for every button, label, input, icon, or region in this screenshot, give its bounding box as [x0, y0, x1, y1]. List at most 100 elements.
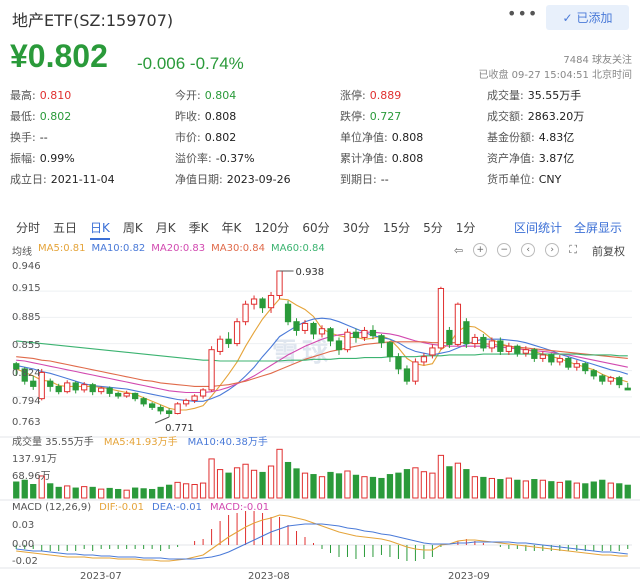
price-tick: 0.855 [12, 340, 41, 351]
ma-line [16, 331, 628, 394]
price-tick: 0.915 [12, 283, 41, 294]
candle-body [403, 368, 411, 382]
candle-body [301, 322, 309, 331]
volume-bar [327, 471, 334, 499]
candle-body [497, 340, 504, 352]
kline-chart[interactable]: 0.9380.771 [0, 0, 640, 585]
volume-bar [149, 488, 156, 499]
candle-body [344, 331, 351, 351]
volume-bar [250, 469, 258, 499]
volume-bar [174, 481, 181, 499]
volume-bar [13, 481, 20, 499]
macd-legend: MACD (12,26,9) DIF:-0.01 DEA:-0.01 MACD:-0.… [12, 502, 269, 513]
volume-bar [463, 469, 470, 499]
candle-body [582, 363, 589, 372]
candle-body [242, 303, 249, 323]
price-tick: 0.824 [12, 368, 41, 379]
volume-bar [556, 481, 563, 499]
volume-bar [98, 488, 105, 499]
candle-body [132, 392, 139, 400]
volume-bar [505, 477, 512, 499]
volume-bar [81, 486, 88, 499]
candle-body [98, 387, 105, 393]
candle-body [115, 392, 122, 397]
volume-bar [480, 476, 487, 499]
volume-bar [191, 483, 198, 499]
volume-bar [30, 483, 37, 499]
candle-body [335, 340, 343, 351]
candle-body [386, 342, 394, 358]
price-tick: 0.794 [12, 396, 41, 407]
price-tick: 0.946 [12, 261, 41, 272]
volume-legend: 成交量 35.55万手 MA5:41.93万手 MA10:40.38万手 [12, 433, 268, 448]
volume-bar [233, 467, 241, 499]
volume-bar [412, 467, 419, 499]
legend-item: MACD:-0.01 [209, 502, 270, 513]
volume-bar [72, 487, 79, 499]
volume-bar [539, 479, 546, 499]
candle-body [284, 303, 292, 323]
candle-body [327, 328, 334, 342]
candle-body [174, 403, 181, 415]
candle-body [191, 395, 198, 401]
candle-body [463, 321, 470, 345]
date-tick: 2023-07 [80, 571, 122, 582]
volume-bar [616, 483, 623, 499]
volume-bar [242, 463, 249, 499]
volume-bar [276, 448, 283, 499]
volume-bar [344, 470, 351, 499]
volume-bar [89, 486, 96, 499]
candle-body [81, 384, 88, 391]
price-tick: 0.763 [12, 417, 41, 428]
volume-bar [301, 472, 309, 499]
volume-bar [590, 481, 597, 499]
volume-bar [259, 471, 266, 499]
volume-bar [420, 471, 428, 499]
candle-body [616, 377, 623, 386]
volume-bar [55, 486, 62, 499]
candle-body [369, 329, 377, 337]
candle-body [590, 370, 597, 377]
volume-bar [582, 483, 589, 499]
candle-body [488, 340, 495, 349]
volume-bar [267, 465, 275, 499]
legend-item: MA10:40.38万手 [187, 437, 268, 448]
volume-bar [403, 469, 411, 499]
candle-body [471, 336, 479, 345]
volume-bar [140, 488, 147, 499]
volume-bar [395, 472, 402, 499]
candle-body [412, 361, 419, 382]
candle-body [259, 298, 266, 309]
macd-tick: 0.00 [12, 539, 35, 550]
candle-body [318, 328, 326, 335]
candle-body [89, 384, 96, 393]
candle-body [47, 380, 54, 387]
volume-bar [216, 469, 224, 499]
candle-body [182, 399, 190, 405]
candle-body [293, 321, 300, 331]
volume-bar [565, 480, 572, 499]
high-label: 0.938 [296, 267, 325, 278]
candle-body [225, 338, 232, 345]
volume-bar [522, 480, 529, 499]
candle-body [429, 347, 436, 356]
volume-bar [471, 476, 479, 499]
volume-bar [335, 473, 343, 499]
candle-body [208, 349, 215, 391]
volume-bar [199, 482, 207, 499]
macd-tick: 0.03 [12, 520, 35, 531]
dea-line [16, 523, 628, 560]
date-tick: 2023-08 [248, 571, 290, 582]
candle-body [123, 392, 130, 397]
volume-bar [115, 488, 122, 499]
candle-body [216, 338, 224, 352]
candle-body [505, 345, 512, 352]
candle-body [556, 357, 563, 363]
candle-body [565, 357, 572, 368]
candle-body [361, 329, 368, 338]
candle-body [30, 380, 37, 387]
volume-bar [548, 481, 555, 499]
candle-body [140, 398, 147, 405]
candle-body [454, 303, 462, 345]
volume-bar [293, 468, 300, 499]
